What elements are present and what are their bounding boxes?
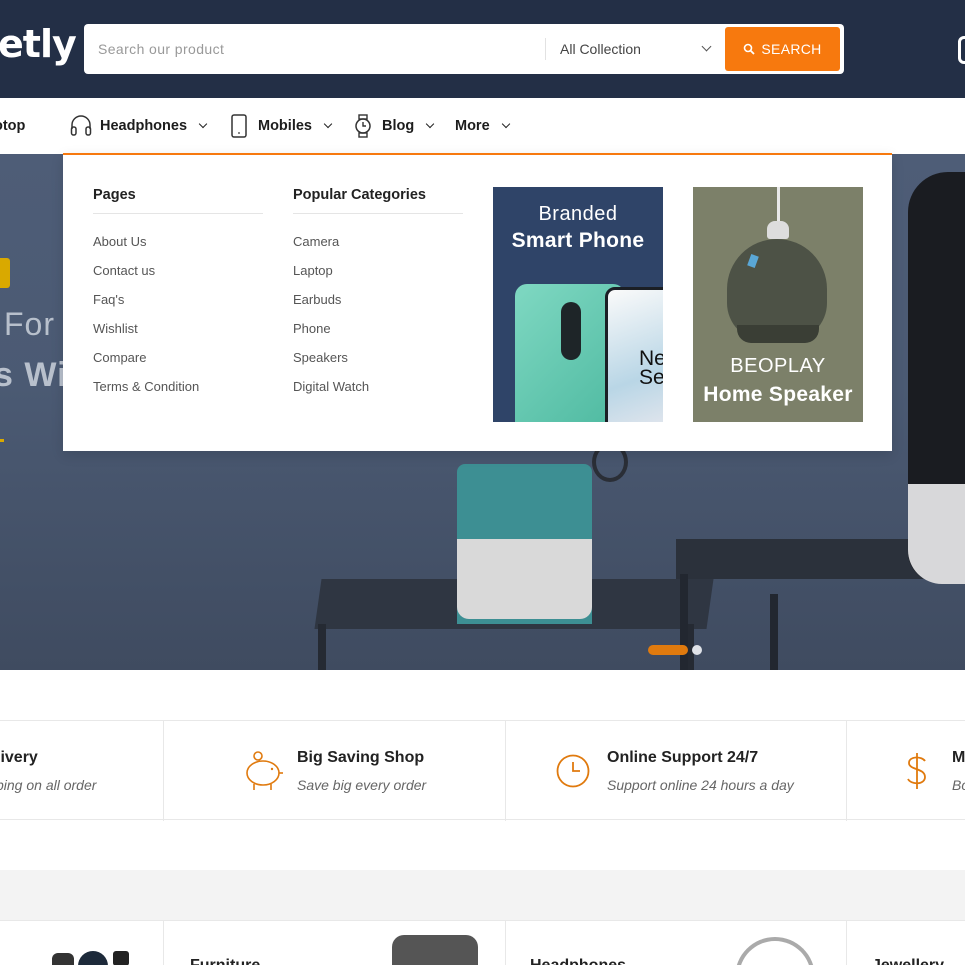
chevron-down-icon bbox=[198, 119, 208, 129]
nav-item-label: More bbox=[455, 118, 490, 134]
collection-select-value: All Collection bbox=[560, 41, 641, 57]
menu-link-faqs[interactable]: Faq's bbox=[93, 292, 263, 321]
menu-link-compare[interactable]: Compare bbox=[93, 350, 263, 379]
menu-link-contact-us[interactable]: Contact us bbox=[93, 263, 263, 292]
nav-item-label: Mobiles bbox=[258, 118, 312, 134]
category-thumb-watch bbox=[113, 951, 129, 965]
category-thumb-chair bbox=[392, 935, 478, 965]
feature-title: Big Saving Shop bbox=[297, 749, 425, 766]
collection-select[interactable]: All Collection bbox=[560, 24, 712, 74]
main-nav: otop Headphones Mobiles Blog More bbox=[0, 98, 965, 154]
feature-subtitle: Bo bbox=[952, 777, 965, 793]
phone-screen-text: Ne Se bbox=[639, 347, 663, 389]
hero-accent-line bbox=[0, 439, 4, 442]
nav-item-blog[interactable]: Blog bbox=[352, 98, 435, 154]
divider bbox=[846, 921, 847, 965]
hero-table-leg bbox=[318, 624, 326, 670]
nav-item-mobiles[interactable]: Mobiles bbox=[228, 98, 333, 154]
category-thumb-watch bbox=[78, 951, 108, 965]
menu-link-about-us[interactable]: About Us bbox=[93, 234, 263, 263]
chevron-down-icon bbox=[425, 119, 435, 129]
nav-item-label: Blog bbox=[382, 118, 415, 134]
logo[interactable]: etly bbox=[0, 22, 77, 66]
search-divider bbox=[545, 38, 546, 60]
nav-item-label: Headphones bbox=[100, 118, 188, 134]
search-button-label: SEARCH bbox=[761, 41, 822, 57]
chevron-down-icon bbox=[323, 119, 333, 129]
divider bbox=[163, 921, 164, 965]
promo-line1: BEOPLAY bbox=[730, 355, 826, 377]
promo-line1: Branded bbox=[538, 203, 618, 225]
chevron-down-icon bbox=[501, 119, 510, 129]
camera-module-image bbox=[561, 302, 581, 360]
menu-link-phone[interactable]: Phone bbox=[293, 321, 463, 350]
clock-icon bbox=[556, 754, 590, 788]
slider-dots bbox=[648, 645, 702, 655]
chevron-down-icon bbox=[701, 41, 712, 52]
speaker-cap bbox=[767, 221, 789, 239]
hero-table2-leg bbox=[680, 574, 688, 670]
mega-col-pages: Pages About Us Contact us Faq's Wishlist… bbox=[93, 187, 263, 408]
mega-col-categories: Popular Categories Camera Laptop Earbuds… bbox=[293, 187, 463, 408]
feature-title: Online Support 24/7 bbox=[607, 749, 759, 766]
hero-subheading: For bbox=[4, 306, 55, 342]
divider bbox=[505, 721, 506, 821]
slider-dot-active[interactable] bbox=[648, 645, 688, 655]
cart-icon[interactable] bbox=[958, 36, 965, 64]
hero-big-speaker-band bbox=[908, 484, 965, 584]
hero-heading: s Wi bbox=[0, 356, 68, 394]
menu-link-camera[interactable]: Camera bbox=[293, 234, 463, 263]
mega-menu-dropdown: Pages About Us Contact us Faq's Wishlist… bbox=[63, 153, 892, 451]
nav-item-label: otop bbox=[0, 118, 26, 134]
menu-link-digital-watch[interactable]: Digital Watch bbox=[293, 379, 463, 408]
nav-item-more[interactable]: More bbox=[455, 98, 510, 154]
promo-banner-speaker[interactable]: BEOPLAY Home Speaker bbox=[693, 187, 863, 422]
watch-icon bbox=[355, 114, 371, 138]
features-section: livery ping on all order Big Saving Shop… bbox=[0, 670, 965, 870]
mobile-icon bbox=[231, 114, 247, 138]
nav-item-laptop[interactable]: otop bbox=[0, 98, 25, 154]
feature-title: livery bbox=[0, 749, 38, 766]
category-thumb-headphones bbox=[735, 937, 815, 965]
category-label[interactable]: Furniture bbox=[190, 957, 260, 965]
nav-item-headphones[interactable]: Headphones bbox=[70, 98, 208, 154]
categories-section: Furniture Headphones Jewellery bbox=[0, 870, 965, 965]
search-bar: All Collection SEARCH bbox=[84, 24, 844, 74]
divider bbox=[505, 921, 506, 965]
divider bbox=[846, 721, 847, 821]
features-row: livery ping on all order Big Saving Shop… bbox=[0, 720, 965, 821]
hero-badge bbox=[0, 258, 10, 288]
category-thumb-watch bbox=[52, 953, 74, 965]
headphones-icon bbox=[70, 115, 92, 136]
mega-col-title: Pages bbox=[93, 187, 263, 214]
search-icon bbox=[744, 43, 756, 55]
menu-link-terms[interactable]: Terms & Condition bbox=[93, 379, 263, 408]
category-label[interactable]: Headphones bbox=[530, 957, 626, 965]
slider-dot[interactable] bbox=[692, 645, 702, 655]
mega-col-title: Popular Categories bbox=[293, 187, 463, 214]
category-row: Furniture Headphones Jewellery bbox=[0, 920, 965, 965]
promo-line2: Smart Phone bbox=[511, 229, 645, 252]
feature-subtitle: Save big every order bbox=[297, 777, 427, 793]
divider bbox=[163, 721, 164, 821]
feature-subtitle: Support online 24 hours a day bbox=[607, 777, 794, 793]
menu-link-laptop[interactable]: Laptop bbox=[293, 263, 463, 292]
menu-link-speakers[interactable]: Speakers bbox=[293, 350, 463, 379]
promo-banner-smartphone[interactable]: Branded Smart Phone Ne Se bbox=[493, 187, 663, 422]
menu-link-earbuds[interactable]: Earbuds bbox=[293, 292, 463, 321]
promo-line2: Home Speaker bbox=[703, 383, 853, 406]
dollar-icon bbox=[907, 753, 926, 789]
search-button[interactable]: SEARCH bbox=[725, 27, 840, 71]
menu-link-wishlist[interactable]: Wishlist bbox=[93, 321, 263, 350]
feature-title: M bbox=[952, 749, 965, 766]
speaker-base bbox=[737, 325, 819, 343]
category-label[interactable]: Jewellery bbox=[872, 957, 944, 965]
hero-table2-leg bbox=[770, 594, 778, 670]
site-header: etly All Collection SEARCH bbox=[0, 0, 965, 98]
search-input[interactable] bbox=[98, 24, 538, 74]
feature-subtitle: ping on all order bbox=[0, 777, 97, 793]
hero-speaker-base bbox=[457, 539, 592, 619]
piggy-bank-icon bbox=[246, 751, 283, 790]
